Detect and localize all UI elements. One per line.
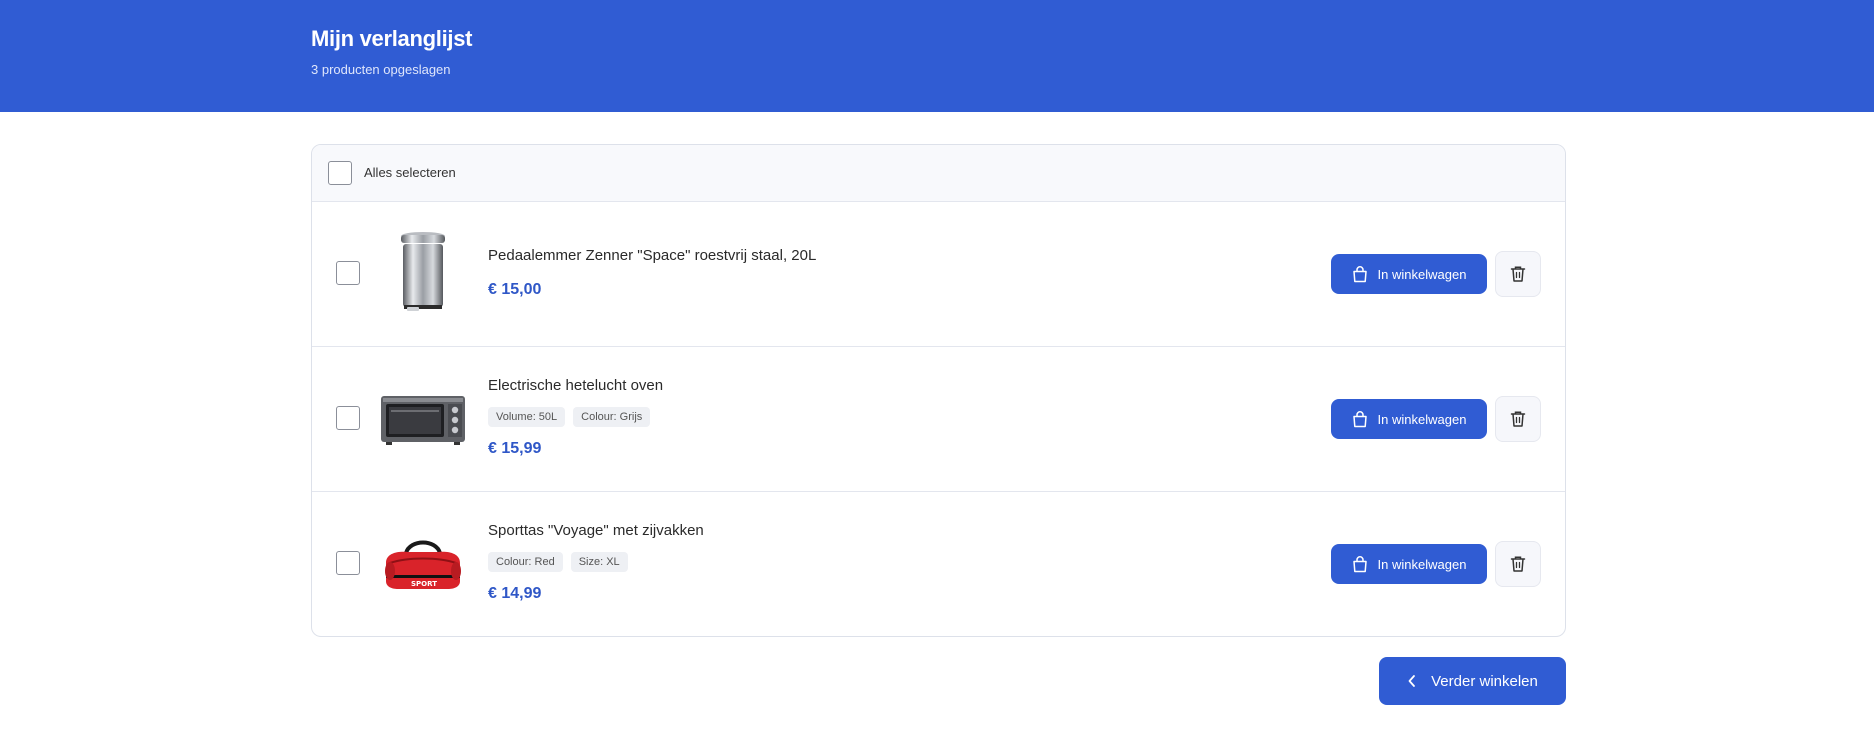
oven-image (381, 396, 465, 445)
bag-print-text: SPORT (411, 580, 437, 588)
item-name[interactable]: Electrische hetelucht oven (488, 377, 663, 394)
delete-item-button[interactable] (1495, 396, 1541, 442)
item-name[interactable]: Sporttas "Voyage" met zijvakken (488, 522, 704, 539)
page-title: Mijn verlanglijst (311, 26, 473, 51)
select-all-checkbox[interactable] (328, 161, 352, 185)
item-checkbox[interactable] (336, 406, 360, 430)
wishlist-item: SPORT Sporttas "Voyage" met zijvakken Co… (312, 492, 1565, 636)
trash-icon (1510, 411, 1526, 427)
shopping-bag-icon (1352, 556, 1367, 573)
continue-shopping-label: Verder winkelen (1431, 672, 1538, 690)
page-subtitle: 3 producten opgeslagen (311, 62, 451, 77)
pedal-bin-image (401, 232, 445, 311)
select-all-label: Alles selecteren (364, 165, 456, 180)
add-to-cart-label: In winkelwagen (1377, 266, 1467, 282)
trash-icon (1510, 556, 1526, 572)
add-to-cart-button[interactable]: In winkelwagen (1331, 544, 1487, 584)
attribute-tag: Size: XL (570, 552, 628, 572)
page-header: Mijn verlanglijst 3 producten opgeslagen (0, 0, 1874, 112)
add-to-cart-button[interactable]: In winkelwagen (1331, 254, 1487, 294)
delete-item-button[interactable] (1495, 541, 1541, 587)
delete-item-button[interactable] (1495, 251, 1541, 297)
item-price: € 15,00 (488, 281, 542, 298)
item-price: € 15,99 (488, 440, 542, 457)
add-to-cart-label: In winkelwagen (1377, 411, 1467, 427)
add-to-cart-label: In winkelwagen (1377, 556, 1467, 572)
shopping-bag-icon (1352, 266, 1367, 283)
shopping-bag-icon (1352, 411, 1367, 428)
item-name[interactable]: Pedaalemmer Zenner "Space" roestvrij sta… (488, 247, 816, 264)
attribute-tag: Volume: 50L (488, 407, 566, 427)
item-attributes: Colour: Red Size: XL (488, 552, 628, 572)
item-checkbox[interactable] (336, 261, 360, 285)
attribute-tag: Colour: Red (488, 552, 563, 572)
wishlist-card: Alles selecteren Pedaalemmer Zenner "Spa… (311, 144, 1566, 637)
item-attributes: Volume: 50L Colour: Grijs (488, 407, 651, 427)
trash-icon (1510, 266, 1526, 282)
add-to-cart-button[interactable]: In winkelwagen (1331, 399, 1487, 439)
chevron-left-icon (1408, 675, 1416, 687)
item-checkbox[interactable] (336, 551, 360, 575)
attribute-tag: Colour: Grijs (573, 407, 651, 427)
wishlist-item: Electrische hetelucht oven Volume: 50L C… (312, 347, 1565, 492)
sports-bag-image: SPORT (385, 540, 461, 589)
wishlist-item: Pedaalemmer Zenner "Space" roestvrij sta… (312, 202, 1565, 347)
item-price: € 14,99 (488, 585, 542, 602)
continue-shopping-button[interactable]: Verder winkelen (1379, 657, 1566, 705)
select-all-bar: Alles selecteren (312, 145, 1565, 202)
